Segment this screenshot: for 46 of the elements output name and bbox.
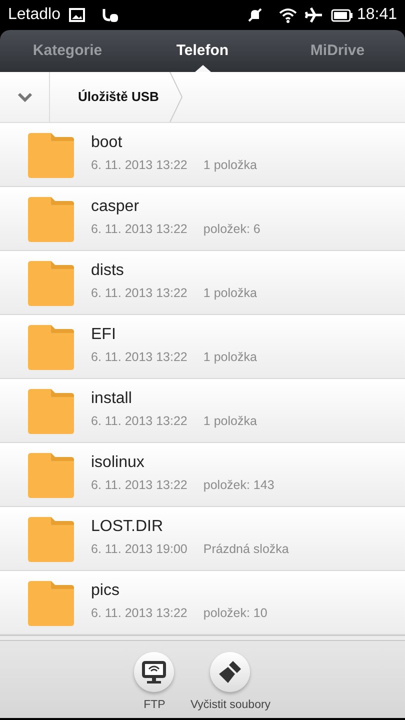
tab[interactable]: Kategorie (0, 30, 135, 72)
folder-name: LOST.DIR (91, 518, 164, 536)
battery-icon (330, 8, 353, 22)
folder-date: 6. 11. 2013 13:22 (91, 220, 188, 238)
folder-icon (27, 194, 75, 242)
folder-info: 1 položka (203, 284, 257, 302)
monitor-icon (141, 660, 168, 684)
breadcrumb-separator (168, 72, 183, 122)
folder-icon (27, 514, 75, 562)
folder-info: Prázdná složka (203, 540, 289, 558)
clock: 18:41 (356, 5, 397, 25)
folder-icon (27, 386, 75, 434)
folder-name: EFI (91, 326, 117, 344)
tab[interactable]: MiDrive (270, 30, 405, 72)
folder-date: 6. 11. 2013 13:22 (91, 348, 188, 366)
folder-name: casper (91, 198, 140, 216)
folder-date: 6. 11. 2013 13:22 (91, 156, 188, 174)
folder-name: dists (91, 262, 125, 280)
folder-icon (27, 322, 75, 370)
folder-name: pics (91, 582, 120, 600)
folder-info: položek: 6 (203, 220, 260, 238)
folder-info: 1 položka (203, 348, 257, 366)
chevron-down-icon (16, 92, 32, 102)
folder-name: boot (91, 134, 124, 152)
toolbar-button[interactable]: Vyčistit soubory (190, 652, 271, 714)
image-icon (68, 8, 84, 22)
folder-date: 6. 11. 2013 13:22 (91, 412, 188, 430)
folder-info: položek: 143 (203, 476, 274, 494)
folder-date: 6. 11. 2013 19:00 (91, 540, 188, 558)
folder-date: 6. 11. 2013 13:22 (91, 476, 188, 494)
folder-name: install (91, 390, 133, 408)
folder-date: 6. 11. 2013 13:22 (91, 604, 188, 622)
folder-info: 1 položka (203, 412, 257, 430)
airplane-icon (304, 7, 323, 23)
folder-date: 6. 11. 2013 13:22 (91, 284, 188, 302)
folder-icon (27, 258, 75, 306)
muted-icon (246, 7, 263, 23)
folder-icon (27, 578, 75, 626)
folder-icon (27, 450, 75, 498)
folder-info: 1 položka (203, 156, 257, 174)
brush-icon (217, 659, 244, 685)
folder-icon (27, 130, 75, 178)
wifi-icon (278, 8, 297, 22)
folder-info: položek: 10 (203, 604, 268, 622)
folder-name: isolinux (91, 454, 146, 472)
carrier-name: Letadlo (8, 5, 60, 25)
